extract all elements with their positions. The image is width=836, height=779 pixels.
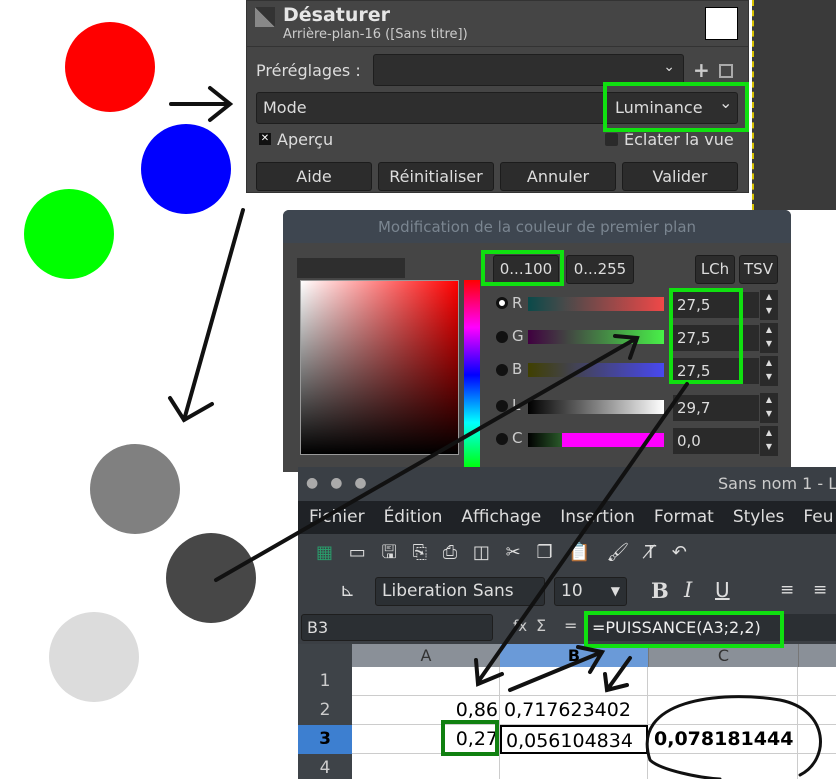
circle-around-c3 <box>645 695 822 779</box>
arrow-down-to-grays <box>168 208 245 423</box>
arrow-to-b-header <box>508 645 606 692</box>
arrow-to-dialog <box>169 86 234 122</box>
annotation-arrows <box>168 86 822 779</box>
arrow-to-b2 <box>603 656 632 693</box>
arrow-values-to-a2 <box>474 382 689 687</box>
